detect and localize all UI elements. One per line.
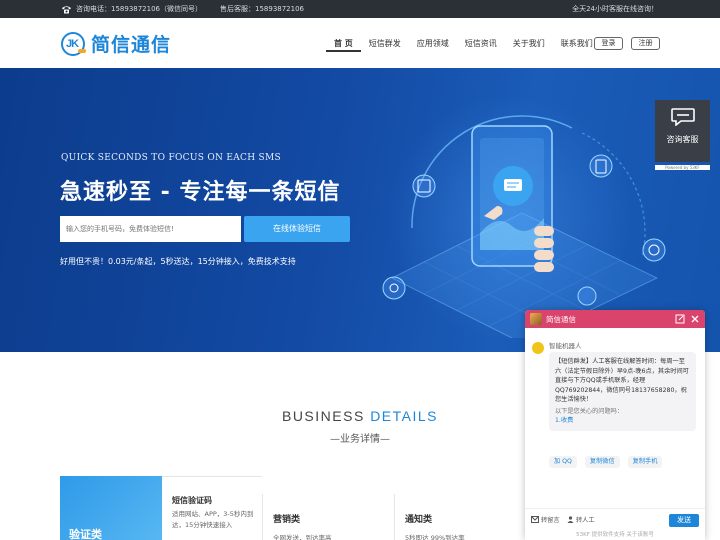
chat-widget: 简信通信 智能机器人 【短信群发】人工客服在线解答时间：每周一至六（法定节假日除…	[525, 310, 705, 540]
logo-text: 简信通信	[91, 34, 172, 56]
phone-icon	[62, 5, 71, 13]
nav-home[interactable]: 首 页	[326, 38, 361, 52]
top-bar: 咨询电话：15893872106（微信同号） 售后客服：15893872106 …	[0, 0, 720, 18]
card-title: 通知类	[405, 515, 433, 525]
card-verification[interactable]: 验证类	[60, 476, 162, 540]
phone-input[interactable]	[60, 216, 241, 242]
chat-bubble-icon	[670, 108, 695, 127]
nav-applications[interactable]: 应用领域	[409, 38, 457, 52]
phone-illustration-icon	[382, 115, 666, 338]
logo-mark-icon: JK	[61, 31, 86, 56]
hero-note: 好用但不贵！0.03元/条起，5秒送达，15分钟接入，免费技术支持	[60, 257, 296, 266]
register-button[interactable]: 注册	[631, 37, 660, 50]
site-header: JK 简信通信 首 页 短信群发 应用领域 短信资讯 关于我们 联系我们 登录 …	[0, 18, 720, 68]
card-marketing[interactable]: 营销类 全网发送，到达率高	[262, 494, 372, 540]
auth-buttons: 登录 注册	[594, 37, 660, 50]
site-logo[interactable]: JK 简信通信	[61, 30, 171, 57]
service-badge-label: 咨询客服	[666, 135, 699, 144]
after-sales-phone: 售后客服：15893872106	[220, 5, 304, 13]
card-category: 验证类	[69, 528, 102, 540]
card-desc: 全网发送，到达率高	[273, 534, 332, 540]
copy-wechat-button[interactable]: 复制微信	[584, 456, 620, 468]
question-link[interactable]: 1.收费	[555, 416, 690, 426]
service-badge-powered: Powered by 53KF	[655, 165, 710, 170]
mail-icon	[531, 516, 539, 523]
chat-header: 简信通信	[525, 310, 705, 328]
login-button[interactable]: 登录	[594, 37, 623, 50]
customer-service-badge[interactable]: 咨询客服 Powered by 53KF	[655, 100, 710, 170]
human-agent-button[interactable]: 转人工	[567, 515, 595, 524]
person-icon	[567, 516, 574, 523]
card-verification-detail: 短信验证码 适用网站、APP，3-5秒内到达，15分钟快速接入	[162, 476, 262, 540]
service-hours: 全天24小时客服在线咨询！	[572, 5, 658, 13]
try-sms-button[interactable]: 在线体验短信	[244, 216, 350, 242]
hero-title: 急速秒至 - 专注每一条短信	[60, 180, 341, 205]
bot-message: 【短信群发】人工客服在线解答时间：每周一至六（法定节假日除外）早9点-晚6点，其…	[549, 352, 696, 431]
copy-phone-button[interactable]: 复制手机	[627, 456, 663, 468]
card-title: 短信验证码	[172, 496, 212, 505]
card-desc: 适用网站、APP，3-5秒内到达，15分钟快速接入	[172, 510, 254, 529]
leave-message-button[interactable]: 转留言	[531, 515, 560, 524]
chat-avatar	[530, 313, 542, 325]
card-notification[interactable]: 通知类 5秒即达 99%到达率	[394, 494, 504, 540]
bot-avatar-icon	[532, 342, 544, 354]
quick-actions: 加 QQ 复制微信 复制手机	[549, 456, 663, 468]
contact-phone: 咨询电话：15893872106（微信同号）	[76, 5, 202, 13]
chat-title: 简信通信	[546, 315, 576, 324]
question-hint: 以下是您关心的问题吗：	[555, 407, 624, 415]
card-title: 营销类	[273, 515, 301, 525]
top-contact: 咨询电话：15893872106（微信同号） 售后客服：15893872106	[61, 4, 304, 14]
chat-powered-by: 53KF 提供软件支持 关于该账号	[576, 532, 654, 538]
nav-sms-bulk[interactable]: 短信群发	[361, 38, 409, 52]
add-qq-button[interactable]: 加 QQ	[549, 456, 577, 468]
business-cards: 验证类 短信验证码 适用网站、APP，3-5秒内到达，15分钟快速接入 营销类 …	[60, 476, 530, 540]
expand-icon[interactable]	[675, 314, 685, 324]
hero-subtitle: QUICK SECONDS TO FOCUS ON EACH SMS	[61, 153, 281, 163]
nav-news[interactable]: 短信资讯	[457, 38, 505, 52]
main-nav: 首 页 短信群发 应用领域 短信资讯 关于我们 联系我们	[326, 38, 601, 52]
chat-body: 智能机器人 【短信群发】人工客服在线解答时间：每周一至六（法定节假日除外）早9点…	[525, 328, 705, 508]
send-button[interactable]: 发送	[669, 514, 699, 527]
chat-footer: 转留言 转人工 发送 53KF 提供软件支持 关于该账号	[525, 508, 705, 540]
close-icon[interactable]	[690, 314, 700, 324]
card-desc: 5秒即达 99%到达率	[405, 534, 465, 540]
bot-name: 智能机器人	[549, 342, 582, 350]
nav-about[interactable]: 关于我们	[505, 38, 553, 52]
